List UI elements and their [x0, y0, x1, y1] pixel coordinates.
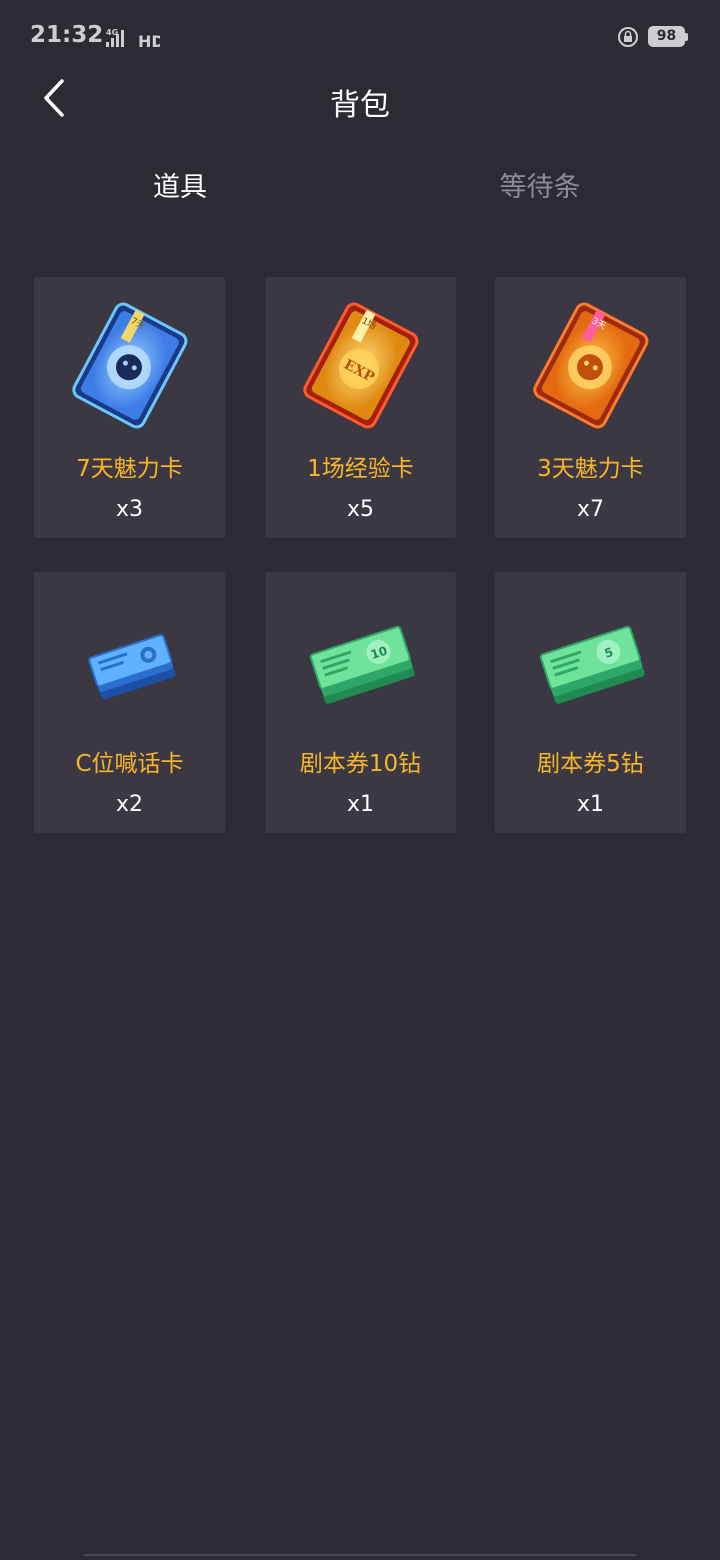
battery-icon: 98 — [648, 26, 688, 48]
item-card[interactable]: 10 剧本券10钻 x1 — [265, 572, 456, 833]
rotation-lock-icon — [618, 27, 638, 47]
orange-charm-card-icon: 3天 — [533, 302, 649, 429]
green-cash-stack-icon: 5 — [539, 625, 645, 704]
item-name: C位喊话卡 — [75, 751, 184, 777]
page-title: 背包 — [330, 88, 390, 123]
home-indicator — [84, 1554, 636, 1558]
item-quantity: x1 — [576, 792, 605, 817]
item-card[interactable]: 5 剧本券5钻 x1 — [495, 572, 686, 833]
blue-charm-card-icon: 7天 — [72, 302, 188, 429]
item-name: 剧本券5钻 — [537, 751, 644, 777]
item-card[interactable]: 3天 3天魅力卡 x7 — [495, 277, 686, 538]
item-card[interactable]: EXP 1场 1场经验卡 x5 — [265, 277, 456, 538]
battery-level: 98 — [648, 26, 685, 47]
tab-items[interactable]: 道具 — [80, 166, 280, 210]
blue-ticket-stack-icon — [88, 634, 176, 700]
item-quantity: x5 — [346, 497, 375, 522]
tab-bar: 道具 等待条 — [0, 166, 720, 214]
tab-waiting-bar[interactable]: 等待条 — [440, 166, 640, 210]
hd-label: HD — [138, 32, 160, 50]
item-name: 3天魅力卡 — [537, 456, 644, 482]
item-quantity: x1 — [346, 792, 375, 817]
item-name: 7天魅力卡 — [76, 456, 183, 482]
item-quantity: x2 — [115, 792, 144, 817]
status-bar: 21:32 4G HD 98 — [0, 0, 720, 76]
item-card[interactable]: C位喊话卡 x2 — [34, 572, 225, 833]
item-name: 1场经验卡 — [307, 456, 414, 482]
gold-exp-card-icon: EXP 1场 — [303, 302, 419, 429]
item-quantity: x3 — [115, 497, 144, 522]
signal-icon: 4G HD — [106, 28, 160, 50]
item-quantity: x7 — [576, 497, 605, 522]
item-name: 剧本券10钻 — [299, 751, 422, 777]
green-cash-stack-icon: 10 — [309, 625, 415, 704]
nav-bar: 背包 — [0, 76, 720, 123]
item-card[interactable]: 7天 7天魅力卡 x3 — [34, 277, 225, 538]
status-time: 21:32 — [30, 22, 104, 48]
